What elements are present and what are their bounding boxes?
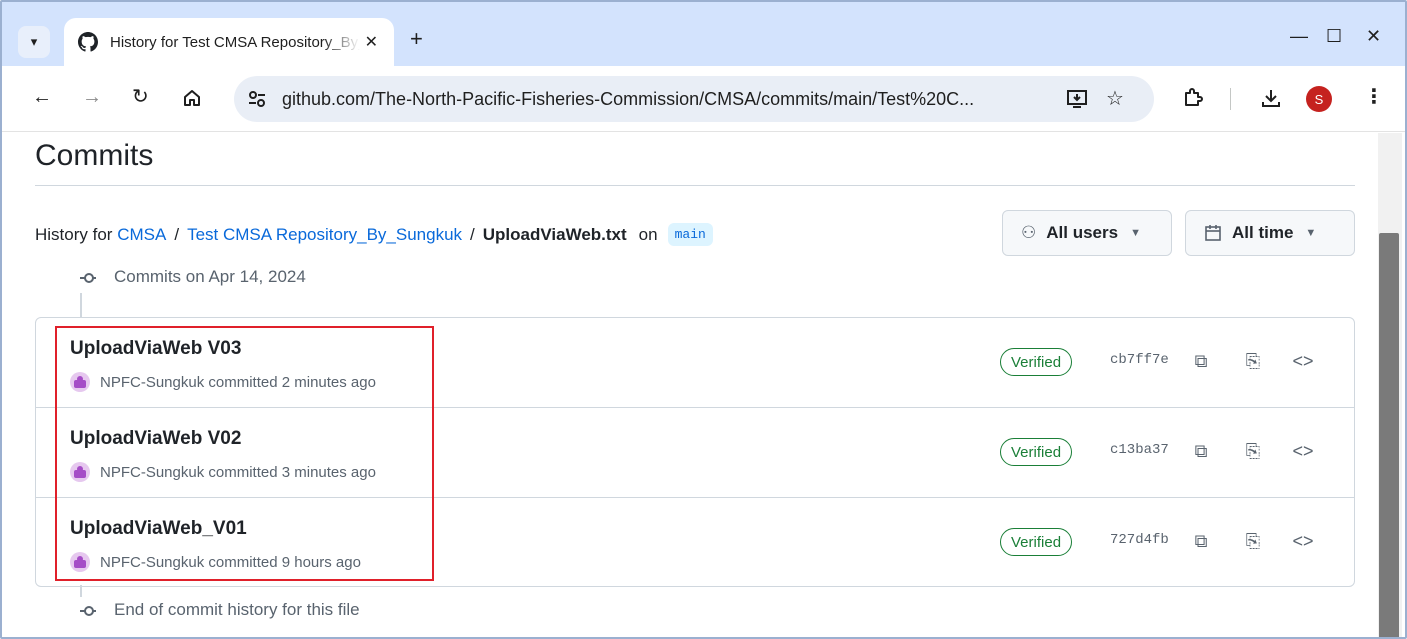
chevron-down-icon[interactable]: ▾: [18, 26, 50, 58]
forward-arrow-icon[interactable]: →: [82, 86, 102, 108]
url-text: github.com/The-North-Pacific-Fisheries-C…: [282, 89, 975, 109]
verified-badge[interactable]: Verified: [1000, 528, 1073, 556]
browser-tab[interactable]: History for Test CMSA Repository_By_Sung…: [64, 18, 394, 66]
file-name: UploadViaWeb.txt: [482, 224, 627, 244]
branch-label[interactable]: main: [667, 223, 713, 246]
tune-icon[interactable]: [246, 88, 268, 110]
browser-toolbar: ← → ↻ github.com/The-North-Pacific-Fishe…: [2, 66, 1405, 132]
title-divider: [35, 185, 1355, 186]
profile-avatar[interactable]: S: [1306, 86, 1332, 112]
timeline-line: [80, 293, 82, 318]
commit-sha[interactable]: cb7ff7e: [1110, 352, 1169, 368]
commit-group-date: Commits on Apr 14, 2024: [114, 267, 306, 286]
end-of-history-label: End of commit history for this file: [114, 600, 360, 619]
all-time-label: All time: [1232, 223, 1294, 242]
breadcrumb-separator: /: [470, 224, 475, 244]
new-tab-button[interactable]: +: [410, 28, 423, 50]
address-bar[interactable]: github.com/The-North-Pacific-Fisheries-C…: [234, 76, 1154, 122]
star-icon[interactable]: ☆: [1106, 88, 1124, 110]
history-prefix: History for: [35, 224, 113, 244]
annotation-highlight-box: [55, 326, 434, 581]
verified-badge[interactable]: Verified: [1000, 348, 1073, 376]
commit-sha[interactable]: c13ba37: [1110, 442, 1169, 458]
commit-group-icon: [80, 273, 96, 283]
install-app-icon[interactable]: [1066, 88, 1088, 110]
breadcrumb-separator: /: [174, 224, 180, 244]
tab-strip: ▾ History for Test CMSA Repository_By_Su…: [2, 2, 1405, 66]
caret-down-icon: ▼: [1130, 227, 1141, 239]
page-content: Commits History for CMSA / Test CMSA Rep…: [2, 133, 1405, 637]
github-icon: [78, 32, 98, 52]
code-icon[interactable]: <>: [1290, 528, 1316, 554]
home-icon[interactable]: [182, 88, 202, 108]
commit-sha[interactable]: 727d4fb: [1110, 532, 1169, 548]
maximize-button[interactable]: ☐: [1326, 26, 1342, 47]
calendar-icon: [1205, 225, 1221, 241]
copy-icon[interactable]: ⧉: [1188, 528, 1214, 554]
all-time-filter-button[interactable]: All time ▼: [1185, 210, 1355, 256]
puzzle-icon[interactable]: [1182, 87, 1204, 109]
file-code-icon[interactable]: ⎘: [1240, 348, 1266, 374]
all-users-label: All users: [1046, 223, 1119, 242]
on-label: on: [638, 224, 658, 244]
page-title: Commits: [35, 139, 154, 172]
kebab-menu-icon[interactable]: ⋮: [1364, 86, 1384, 108]
repo-link[interactable]: CMSA: [117, 225, 166, 245]
tab-title: History for Test CMSA Repository_By_Sung…: [110, 33, 360, 51]
back-arrow-icon[interactable]: ←: [32, 86, 52, 108]
scrollbar-thumb[interactable]: [1379, 233, 1399, 637]
code-icon[interactable]: <>: [1290, 348, 1316, 374]
download-icon[interactable]: [1260, 87, 1282, 109]
browser-window: ▾ History for Test CMSA Repository_By_Su…: [0, 0, 1407, 639]
toolbar-divider: [1230, 88, 1231, 110]
people-icon: ⚇: [1021, 223, 1037, 242]
all-users-filter-button[interactable]: ⚇ All users ▼: [1002, 210, 1172, 256]
copy-icon[interactable]: ⧉: [1188, 348, 1214, 374]
breadcrumb: History for CMSA / Test CMSA Repository_…: [35, 223, 713, 246]
code-icon[interactable]: <>: [1290, 438, 1316, 464]
caret-down-icon: ▼: [1305, 227, 1317, 239]
file-code-icon[interactable]: ⎘: [1240, 528, 1266, 554]
close-window-button[interactable]: ✕: [1366, 26, 1381, 47]
verified-badge[interactable]: Verified: [1000, 438, 1073, 466]
reload-icon[interactable]: ↻: [132, 86, 149, 108]
close-tab-icon[interactable]: ✕: [365, 32, 378, 52]
commit-end-icon: [80, 606, 96, 616]
file-code-icon[interactable]: ⎘: [1240, 438, 1266, 464]
timeline-line: [80, 585, 82, 597]
copy-icon[interactable]: ⧉: [1188, 438, 1214, 464]
folder-link[interactable]: Test CMSA Repository_By_Sungkuk: [187, 225, 462, 245]
minimize-button[interactable]: —: [1290, 26, 1308, 47]
